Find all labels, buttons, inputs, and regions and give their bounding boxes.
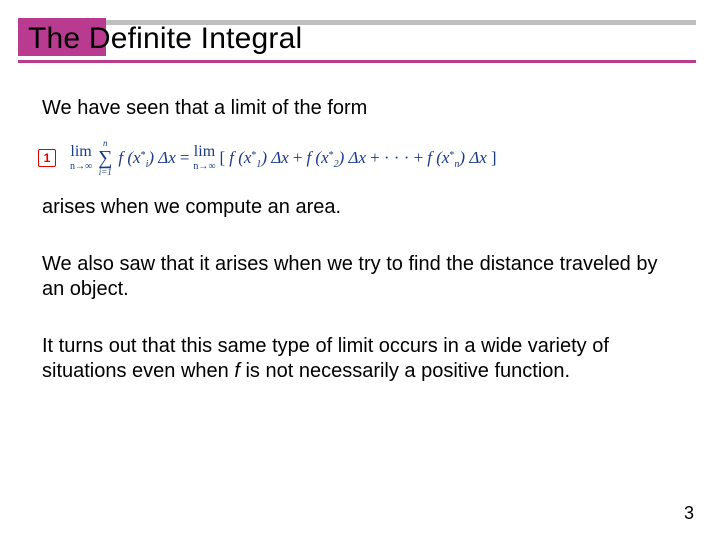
tn-dx: ) Δx: [459, 148, 486, 167]
bracket-close: ]: [491, 147, 497, 168]
sum-lower: i=1: [99, 168, 112, 177]
t1-sub: 1: [256, 159, 261, 170]
lhs-star: *: [141, 150, 146, 161]
tn-sub: n: [454, 159, 459, 170]
plus-1: +: [293, 147, 303, 168]
t1-fx: f (x: [229, 148, 251, 167]
lhs-term: f (x*i) Δx: [118, 147, 175, 168]
paragraph-1: We have seen that a limit of the form: [42, 96, 678, 121]
sigma-icon: ∑: [98, 149, 112, 167]
bracket-open: [: [220, 147, 226, 168]
lim-text-rhs: lim: [194, 144, 215, 160]
lhs-sub: i: [146, 159, 149, 170]
t1-dx: ) Δx: [261, 148, 288, 167]
t2-sub: 2: [334, 159, 339, 170]
lhs-fx: f (x: [118, 148, 140, 167]
limit-rhs: lim n→∞: [193, 144, 215, 172]
equation-row: 1 lim n→∞ n ∑ i=1 f (x*i) Δx = lim n→∞: [38, 139, 678, 177]
dots: + · · · +: [370, 147, 423, 168]
page-number: 3: [684, 503, 694, 524]
equation: lim n→∞ n ∑ i=1 f (x*i) Δx = lim n→∞ [: [70, 139, 497, 177]
summation: n ∑ i=1: [98, 139, 112, 177]
lim-sub: n→∞: [70, 162, 92, 172]
t2-star: *: [329, 150, 334, 161]
page-title: The Definite Integral: [28, 22, 302, 56]
equation-number-badge: 1: [38, 149, 56, 167]
t2-dx: ) Δx: [339, 148, 366, 167]
paragraph-2: arises when we compute an area.: [42, 195, 678, 220]
slide: The Definite Integral We have seen that …: [0, 0, 720, 540]
body-text: We have seen that a limit of the form 1 …: [42, 90, 678, 384]
paragraph-3: We also saw that it arises when we try t…: [42, 252, 678, 302]
t2-fx: f (x: [306, 148, 328, 167]
rhs-term-1: f (x*1) Δx: [229, 147, 289, 168]
lhs-dx: ) Δx: [148, 148, 175, 167]
equals: =: [180, 147, 190, 168]
title-rule-magenta: [18, 60, 696, 63]
lim-text: lim: [70, 144, 91, 160]
p4-part-b: is not necessarily a positive function.: [240, 360, 570, 382]
rhs-term-2: f (x*2) Δx: [306, 147, 366, 168]
limit-lhs: lim n→∞: [70, 144, 92, 172]
lim-sub-rhs: n→∞: [193, 162, 215, 172]
tn-fx: f (x: [427, 148, 449, 167]
rhs-term-n: f (x*n) Δx: [427, 147, 487, 168]
paragraph-4: It turns out that this same type of limi…: [42, 334, 678, 384]
